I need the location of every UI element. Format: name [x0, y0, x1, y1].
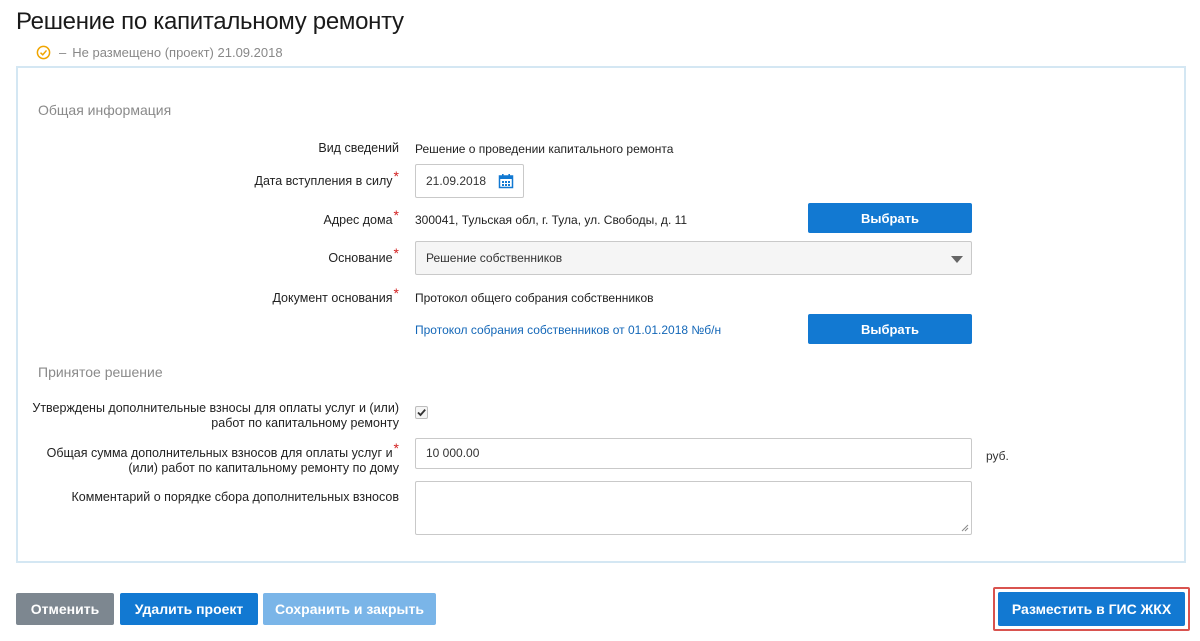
- status-line: – Не размещено (проект) 21.09.2018: [36, 45, 283, 60]
- required-mark: *: [393, 168, 399, 184]
- check-circle-icon: [36, 45, 51, 60]
- extra-fees-approved-checkbox[interactable]: [415, 406, 428, 419]
- publish-button[interactable]: Разместить в ГИС ЖКХ: [998, 592, 1185, 626]
- required-mark: *: [393, 245, 399, 261]
- currency-unit: руб.: [986, 449, 1009, 463]
- extra-fees-approved-label: Утверждены дополнительные взносы для опл…: [32, 401, 399, 430]
- form-panel: Общая информация Вид сведений Решение о …: [16, 66, 1186, 563]
- basis-label: Основание*: [328, 245, 399, 266]
- checkmark-icon: [417, 409, 426, 417]
- basis-doc-link[interactable]: Протокол собрания собственников от 01.01…: [415, 323, 721, 337]
- required-mark: *: [393, 207, 399, 223]
- save-and-close-button[interactable]: Сохранить и закрыть: [263, 593, 436, 625]
- address-value: 300041, Тульская обл, г. Тула, ул. Свобо…: [415, 213, 688, 227]
- cancel-button[interactable]: Отменить: [16, 593, 114, 625]
- chevron-down-icon: [951, 256, 963, 263]
- comment-label: Комментарий о порядке сбора дополнительн…: [71, 490, 399, 504]
- basis-select-value: Решение собственников: [426, 251, 563, 265]
- delete-project-button[interactable]: Удалить проект: [120, 593, 258, 625]
- status-dash: –: [59, 45, 67, 60]
- effective-date-label: Дата вступления в силу*: [254, 168, 399, 189]
- select-basis-doc-button[interactable]: Выбрать: [808, 314, 972, 344]
- status-text: Не размещено (проект) 21.09.2018: [72, 45, 283, 60]
- extra-fees-total-label: Общая сумма дополнительных взносов для о…: [46, 440, 399, 476]
- info-type-value: Решение о проведении капитального ремонт…: [415, 142, 674, 156]
- page-title: Решение по капитальному ремонту: [16, 8, 404, 35]
- extra-fees-total-input[interactable]: 10 000.00: [415, 438, 972, 469]
- info-type-label: Вид сведений: [318, 141, 399, 155]
- required-mark: *: [393, 440, 399, 456]
- required-mark: *: [393, 285, 399, 301]
- effective-date-value: 21.09.2018: [426, 174, 487, 188]
- address-label: Адрес дома*: [323, 207, 399, 228]
- basis-doc-value: Протокол общего собрания собственников: [415, 291, 654, 305]
- extra-fees-total-value: 10 000.00: [426, 446, 480, 460]
- calendar-icon[interactable]: [498, 173, 514, 189]
- section-general-title: Общая информация: [38, 102, 172, 118]
- select-address-button[interactable]: Выбрать: [808, 203, 972, 233]
- section-decision-title: Принятое решение: [38, 364, 163, 380]
- basis-doc-label: Документ основания*: [272, 285, 399, 306]
- comment-textarea[interactable]: [415, 481, 972, 535]
- basis-select[interactable]: Решение собственников: [415, 241, 972, 275]
- resize-grip-icon[interactable]: [961, 524, 969, 532]
- effective-date-input[interactable]: 21.09.2018: [415, 164, 524, 198]
